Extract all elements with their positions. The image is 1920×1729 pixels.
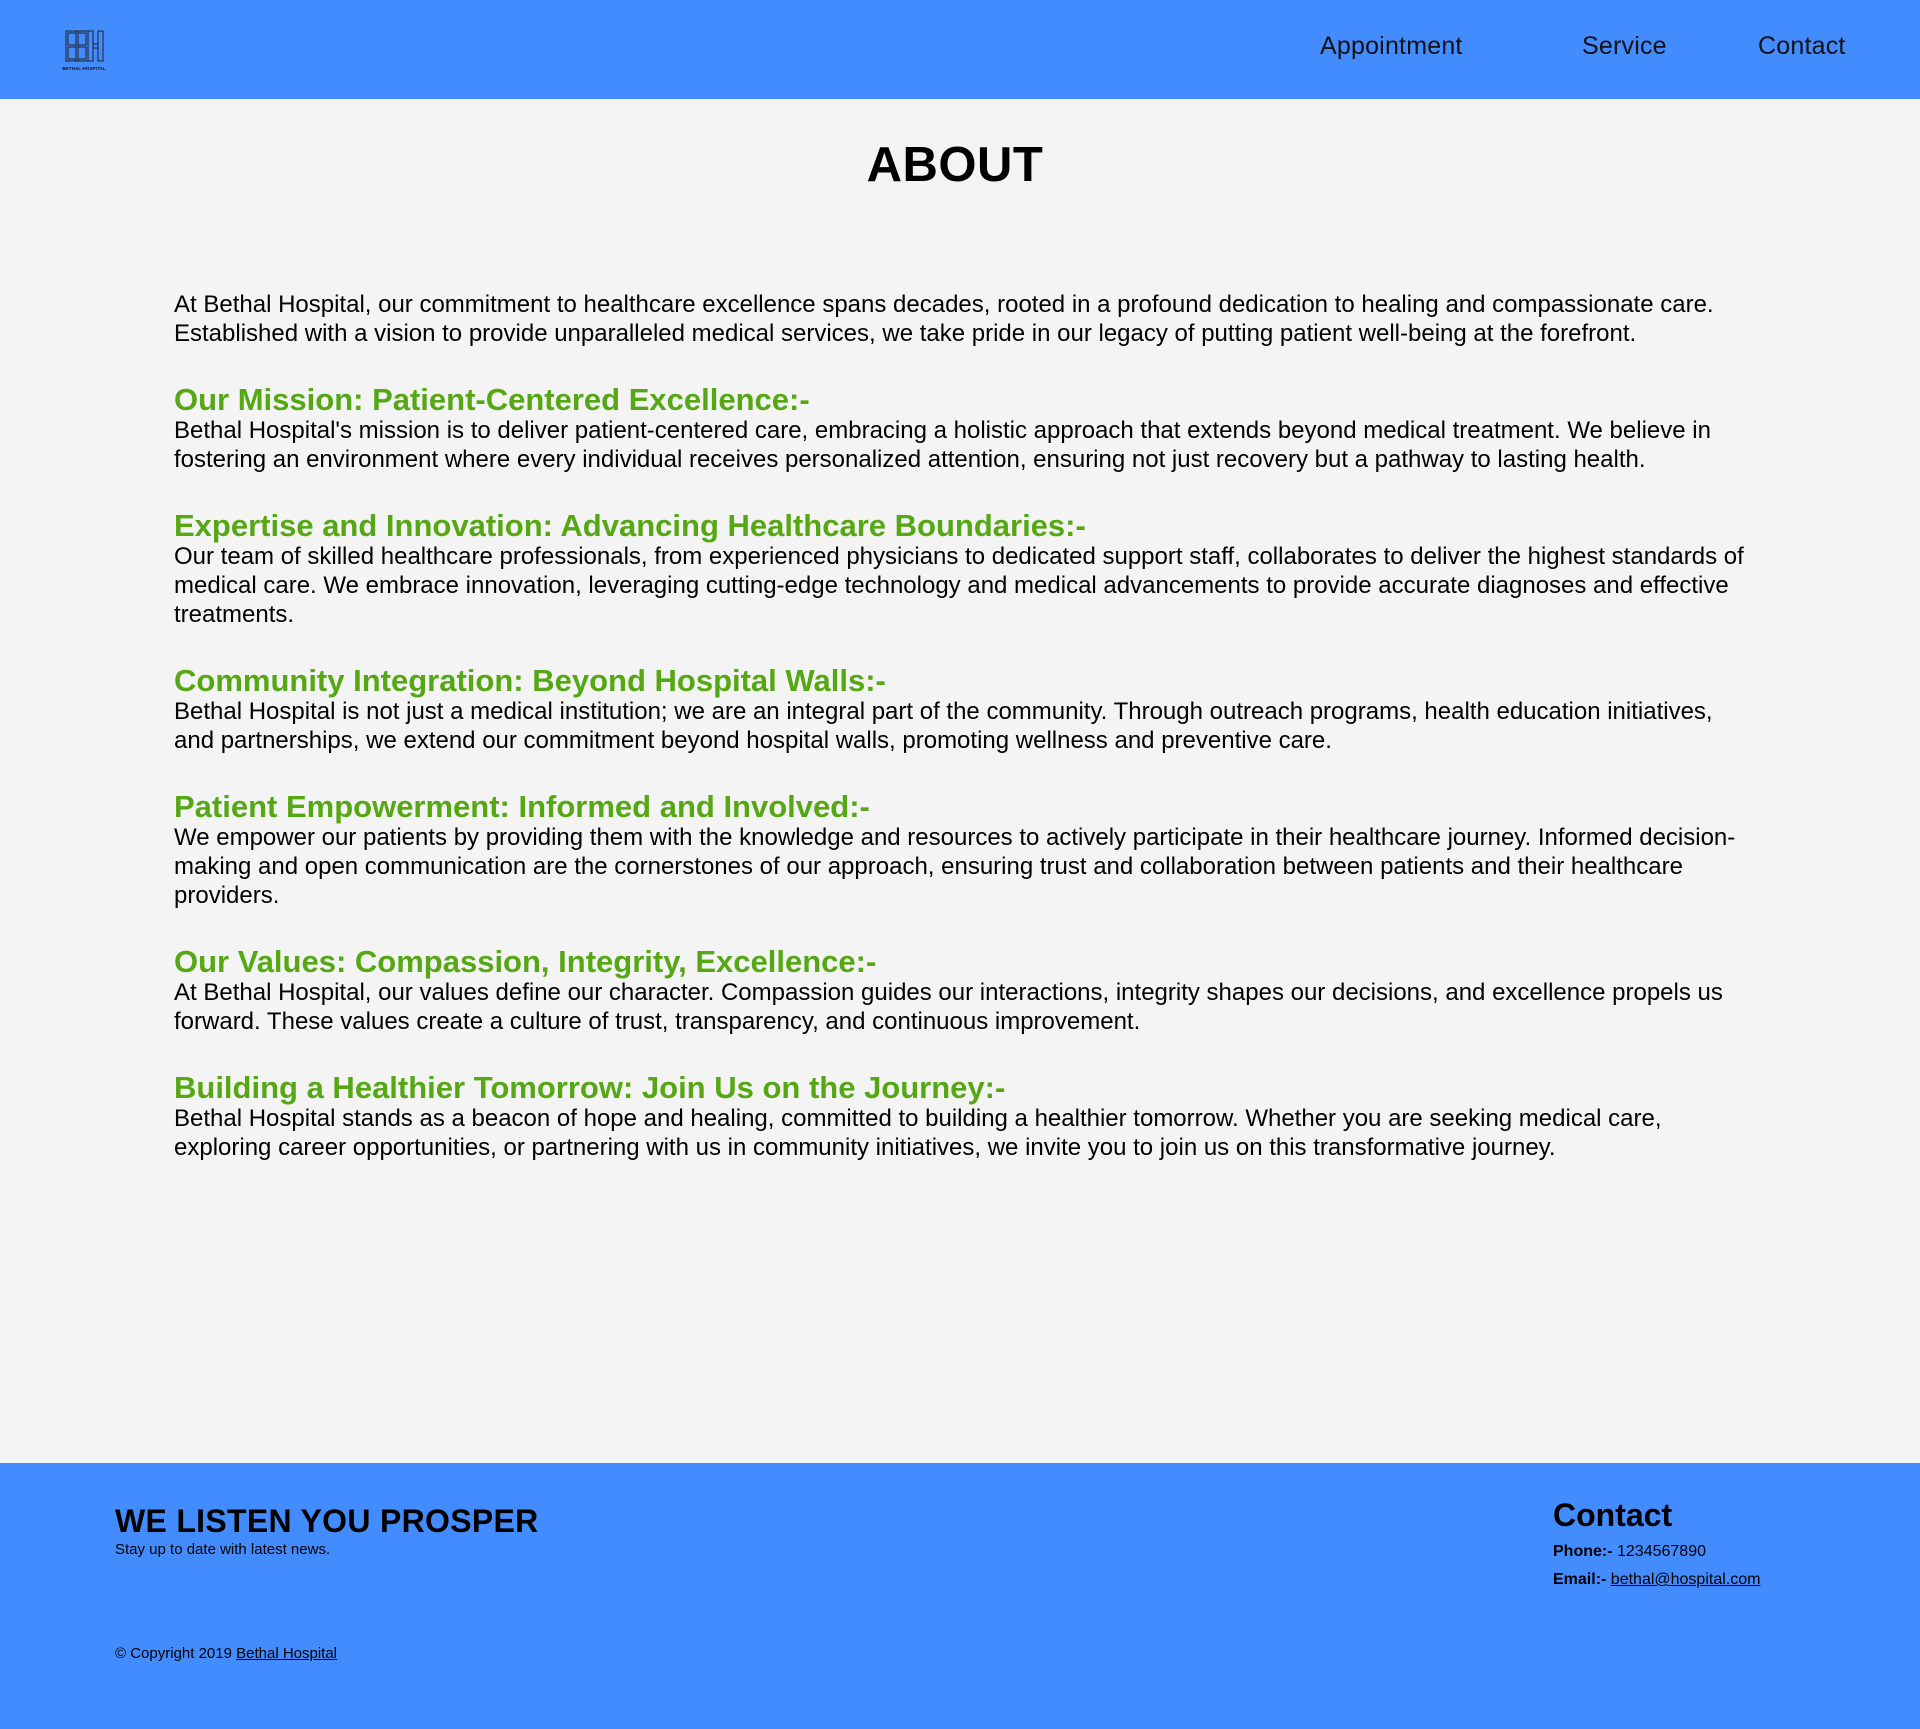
email-label: Email:-	[1553, 1571, 1607, 1588]
footer-contact-heading: Contact	[1553, 1497, 1673, 1533]
expertise-section: Expertise and Innovation: Advancing Heal…	[174, 509, 1754, 629]
page-title: ABOUT	[866, 138, 1044, 192]
nav-service-link[interactable]: Service	[1582, 32, 1667, 61]
nav-contact-link[interactable]: Contact	[1758, 32, 1846, 61]
email-row: Email:- bethal@hospital.com	[1553, 1571, 1760, 1589]
nav-appointment-link[interactable]: Appointment	[1320, 32, 1463, 61]
section-body: Bethal Hospital is not just a medical in…	[174, 698, 1713, 754]
section-heading: Community Integration: Beyond Hospital W…	[174, 663, 886, 698]
copyright-text: © Copyright 2019	[115, 1645, 232, 1662]
tomorrow-section: Building a Healthier Tomorrow: Join Us o…	[174, 1071, 1754, 1162]
section-body: Our team of skilled healthcare professio…	[174, 543, 1744, 628]
intro-paragraph: At Bethal Hospital, our commitment to he…	[174, 291, 1714, 347]
site-header: BETHAL HOSPITAL Appointment Service Cont…	[0, 0, 1920, 99]
mission-section: Our Mission: Patient-Centered Excellence…	[174, 383, 1754, 474]
section-heading: Building a Healthier Tomorrow: Join Us o…	[174, 1070, 1006, 1105]
community-section: Community Integration: Beyond Hospital W…	[174, 664, 1754, 755]
hospital-logo[interactable]: BETHAL HOSPITAL	[62, 28, 106, 74]
section-heading: Our Values: Compassion, Integrity, Excel…	[174, 944, 877, 979]
values-section: Our Values: Compassion, Integrity, Excel…	[174, 945, 1754, 1036]
footer-tagline: WE LISTEN YOU PROSPER	[115, 1503, 539, 1539]
copyright-hospital-link[interactable]: Bethal Hospital	[236, 1645, 337, 1662]
phone-number: 1234567890	[1617, 1543, 1706, 1560]
site-footer: WE LISTEN YOU PROSPER Stay up to date wi…	[0, 1463, 1920, 1729]
section-heading: Patient Empowerment: Informed and Involv…	[174, 789, 870, 824]
phone-row: Phone:- 1234567890	[1553, 1543, 1706, 1561]
about-content: At Bethal Hospital, our commitment to he…	[174, 290, 1754, 1162]
logo-wordmark: BETHAL HOSPITAL	[62, 66, 106, 71]
section-body: We empower our patients by providing the…	[174, 824, 1736, 909]
section-body: At Bethal Hospital, our values define ou…	[174, 979, 1723, 1035]
section-heading: Our Mission: Patient-Centered Excellence…	[174, 382, 810, 417]
section-heading: Expertise and Innovation: Advancing Heal…	[174, 508, 1086, 543]
empowerment-section: Patient Empowerment: Informed and Involv…	[174, 790, 1754, 910]
section-body: Bethal Hospital's mission is to deliver …	[174, 417, 1711, 473]
footer-subtitle: Stay up to date with latest news.	[115, 1541, 331, 1558]
copyright-notice: © Copyright 2019 Bethal Hospital	[115, 1645, 337, 1662]
email-link[interactable]: bethal@hospital.com	[1611, 1571, 1761, 1588]
bh-monogram-icon	[65, 30, 104, 62]
section-body: Bethal Hospital stands as a beacon of ho…	[174, 1105, 1662, 1161]
phone-label: Phone:-	[1553, 1543, 1613, 1560]
